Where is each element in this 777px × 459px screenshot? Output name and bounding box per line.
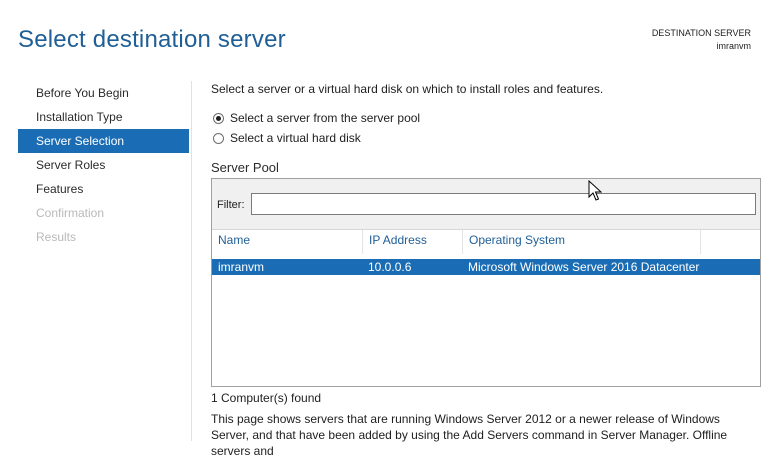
cell-name: imranvm [218, 260, 265, 274]
column-header-name[interactable]: Name [212, 230, 362, 254]
radio-virtual-disk[interactable] [213, 132, 224, 144]
radio-server-pool[interactable] [213, 112, 224, 124]
filter-bar: Filter: [212, 179, 760, 230]
nav-item-features[interactable]: Features [18, 177, 189, 201]
nav-item-installation-type[interactable]: Installation Type [18, 105, 189, 129]
intro-text: Select a server or a virtual hard disk o… [211, 82, 604, 96]
table-header: Name IP Address Operating System [212, 230, 760, 254]
table-row[interactable]: imranvm 10.0.0.6 Microsoft Windows Serve… [212, 259, 760, 275]
column-header-spacer [700, 230, 760, 254]
cell-ip: 10.0.0.6 [368, 260, 412, 274]
nav-divider [191, 81, 192, 441]
cell-os: Microsoft Windows Server 2016 Datacenter [468, 260, 700, 274]
wizard-nav: Before You Begin Installation Type Serve… [18, 81, 189, 249]
page-title: Select destination server [18, 26, 286, 53]
option-virtual-disk-label: Select a virtual hard disk [230, 131, 361, 145]
filter-input[interactable] [251, 193, 756, 215]
column-header-ip[interactable]: IP Address [362, 230, 462, 254]
destination-server-label: DESTINATION SERVER [651, 28, 751, 38]
column-header-os[interactable]: Operating System [462, 230, 700, 254]
server-pool-panel: Filter: Name IP Address Operating System… [211, 178, 761, 387]
filter-label: Filter: [217, 199, 245, 211]
destination-server-value: imranvm [716, 41, 751, 51]
option-virtual-disk[interactable]: Select a virtual hard disk [213, 131, 361, 145]
nav-item-before-you-begin[interactable]: Before You Begin [18, 81, 189, 105]
destination-server: DESTINATION SERVER imranvm [652, 27, 751, 53]
nav-item-results: Results [36, 230, 77, 244]
mouse-pointer-icon [588, 180, 602, 201]
nav-item-server-roles[interactable]: Server Roles [18, 153, 189, 177]
found-count: 1 Computer(s) found [211, 391, 322, 405]
description-text: This page shows servers that are running… [211, 412, 728, 458]
nav-item-confirmation: Confirmation [36, 206, 105, 220]
nav-item-server-selection[interactable]: Server Selection [18, 129, 189, 153]
server-pool-label: Server Pool [211, 160, 279, 175]
option-server-pool[interactable]: Select a server from the server pool [213, 111, 420, 125]
option-server-pool-label: Select a server from the server pool [230, 111, 421, 125]
